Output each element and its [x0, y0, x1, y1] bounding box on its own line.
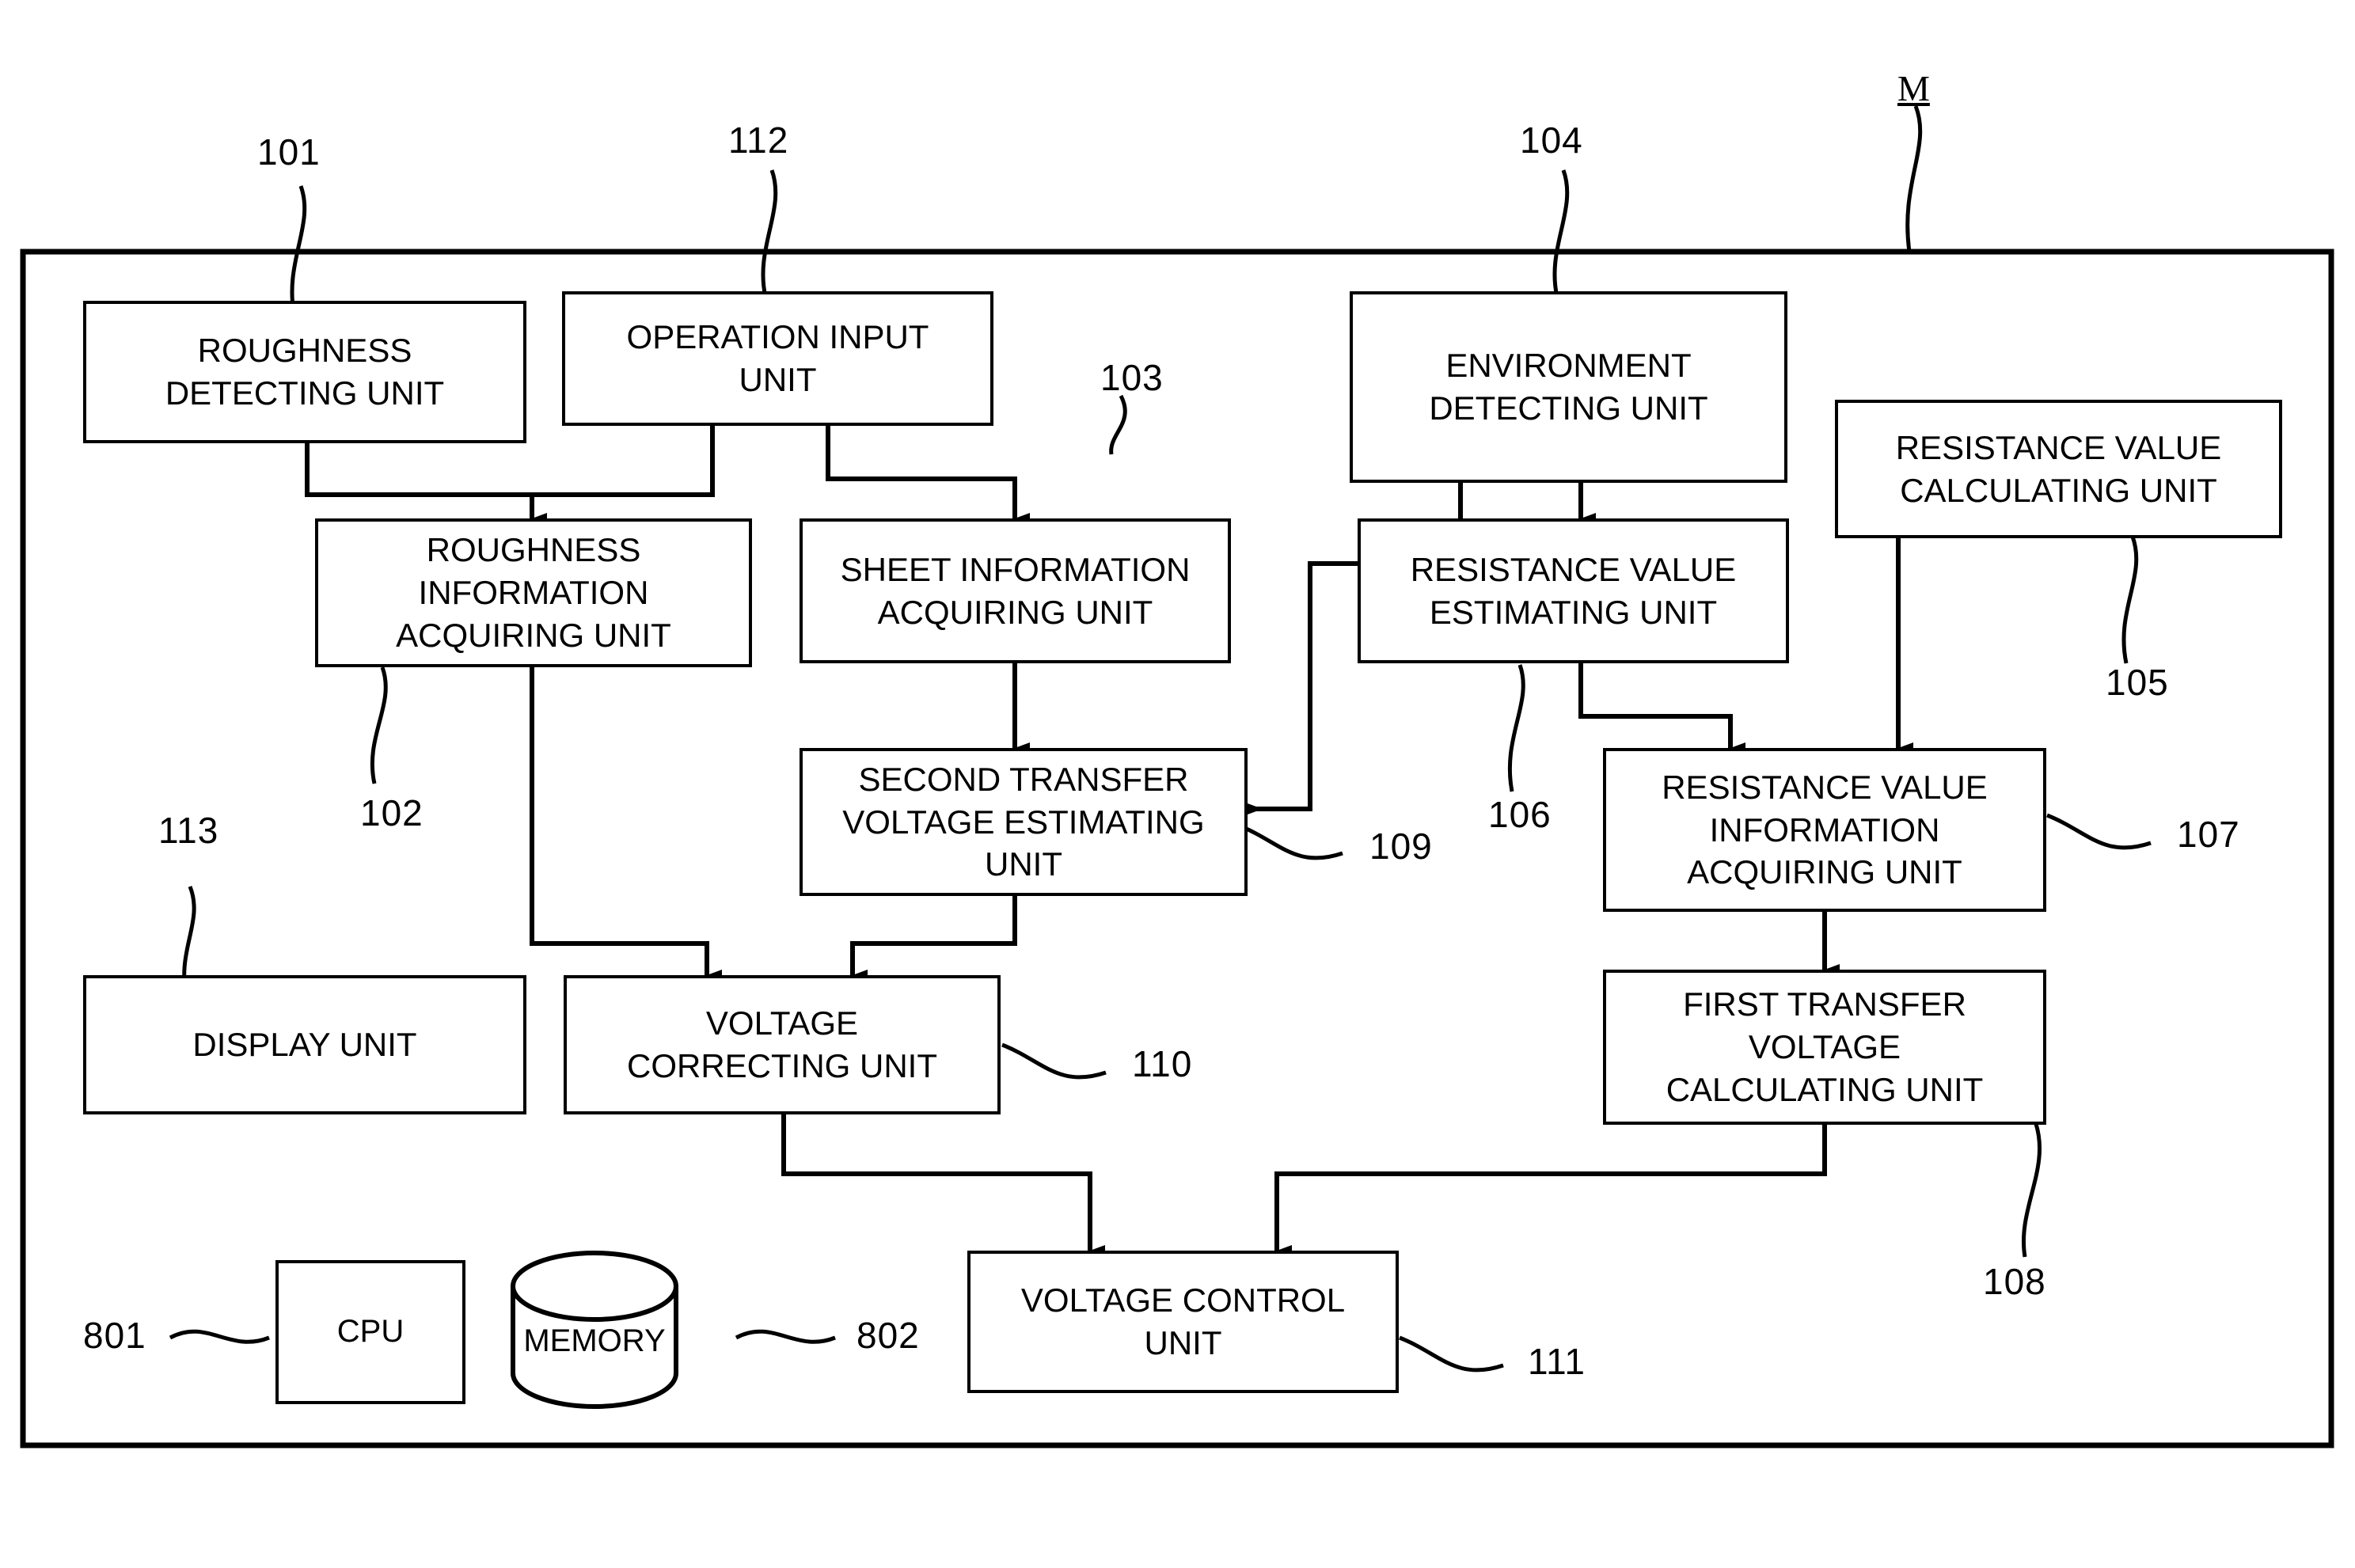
box-resistance-value-calculating-unit[interactable]: RESISTANCE VALUE CALCULATING UNIT	[1835, 400, 2282, 538]
arrow-resistance-estimate-to-info-acquire	[1578, 663, 1745, 754]
box-roughness-detecting-unit[interactable]: ROUGHNESS DETECTING UNIT	[83, 301, 526, 443]
lead-line-102	[370, 666, 388, 784]
box-first-transfer-voltage-calculating-unit[interactable]: FIRST TRANSFER VOLTAGE CALCULATING UNIT	[1603, 970, 2046, 1125]
box-environment-detecting-unit-label: ENVIRONMENT DETECTING UNIT	[1429, 347, 1708, 427]
box-roughness-detecting-unit-label: ROUGHNESS DETECTING UNIT	[165, 332, 445, 412]
box-sheet-information-acquiring-unit[interactable]: SHEET INFORMATION ACQUIRING UNIT	[800, 518, 1231, 663]
box-cpu[interactable]: CPU	[275, 1260, 465, 1404]
arrow-second-transfer-to-voltage-correcting	[850, 896, 1017, 981]
ref-102: 102	[360, 792, 424, 833]
box-second-transfer-voltage-estimating-unit[interactable]: SECOND TRANSFER VOLTAGE ESTIMATING UNIT	[800, 748, 1248, 896]
ref-801: 801	[83, 1315, 146, 1356]
lead-line-110	[1001, 1042, 1107, 1080]
lead-line-107	[2046, 813, 2152, 850]
box-display-unit[interactable]: DISPLAY UNIT	[83, 975, 526, 1114]
lead-line-103	[1109, 394, 1127, 455]
box-resistance-value-estimating-unit-label: RESISTANCE VALUE ESTIMATING UNIT	[1410, 550, 1737, 631]
arrow-operation-input-to-roughness-acquire	[532, 426, 715, 497]
arrow-operation-input-to-sheet-acquire	[826, 426, 1030, 524]
box-roughness-information-acquiring-unit-label: ROUGHNESS INFORMATION ACQUIRING UNIT	[396, 531, 671, 654]
ref-109: 109	[1369, 826, 1433, 867]
box-environment-detecting-unit[interactable]: ENVIRONMENT DETECTING UNIT	[1350, 291, 1787, 483]
box-second-transfer-voltage-estimating-unit-label: SECOND TRANSFER VOLTAGE ESTIMATING UNIT	[842, 760, 1205, 883]
arrow-roughness-acquire-to-voltage-correcting	[530, 667, 722, 981]
ref-104: 104	[1520, 120, 1583, 161]
system-label-M: M	[1897, 68, 1930, 108]
lead-line-108	[2022, 1123, 2042, 1258]
box-cpu-label: CPU	[336, 1314, 405, 1350]
ref-108: 108	[1983, 1261, 2046, 1302]
lead-line-801	[169, 1329, 270, 1344]
ref-112: 112	[728, 120, 789, 161]
lead-line-111	[1399, 1335, 1504, 1372]
ref-105: 105	[2106, 662, 2169, 703]
box-memory-label: MEMORY	[523, 1323, 666, 1358]
box-resistance-value-estimating-unit[interactable]: RESISTANCE VALUE ESTIMATING UNIT	[1358, 518, 1789, 663]
arrow-voltage-correcting-to-voltage-control	[781, 1114, 1105, 1256]
box-display-unit-label: DISPLAY UNIT	[192, 1026, 417, 1064]
box-operation-input-unit[interactable]: OPERATION INPUT UNIT	[562, 291, 993, 426]
arrow-first-transfer-to-voltage-control	[1274, 1124, 1827, 1256]
box-resistance-value-information-acquiring-unit[interactable]: RESISTANCE VALUE INFORMATION ACQUIRING UNI…	[1603, 748, 2046, 912]
box-first-transfer-voltage-calculating-unit-label: FIRST TRANSFER VOLTAGE CALCULATING UNIT	[1666, 985, 1984, 1108]
ref-106: 106	[1488, 794, 1552, 835]
lead-line-104	[1552, 169, 1570, 298]
ref-110: 110	[1132, 1043, 1193, 1084]
box-voltage-control-unit-label: VOLTAGE CONTROL UNIT	[1020, 1281, 1346, 1361]
lead-line-106	[1507, 664, 1525, 792]
box-roughness-information-acquiring-unit[interactable]: ROUGHNESS INFORMATION ACQUIRING UNIT	[315, 518, 752, 667]
box-voltage-correcting-unit-label: VOLTAGE CORRECTING UNIT	[627, 1004, 937, 1084]
ref-103: 103	[1100, 357, 1164, 398]
ref-111: 111	[1528, 1341, 1586, 1382]
box-resistance-value-calculating-unit-label: RESISTANCE VALUE CALCULATING UNIT	[1895, 428, 2222, 509]
ref-107: 107	[2177, 814, 2240, 855]
arrow-roughness-detect-to-acquire	[305, 443, 547, 524]
box-sheet-information-acquiring-unit-label: SHEET INFORMATION ACQUIRING UNIT	[840, 550, 1191, 631]
lead-line-802	[735, 1329, 836, 1344]
ref-101: 101	[257, 131, 321, 173]
figure-canvas: ROUGHNESS DETECTING UNIT OPERATION INPUT U…	[0, 0, 2355, 1568]
box-resistance-value-information-acquiring-unit-label: RESISTANCE VALUE INFORMATION ACQUIRING UNI…	[1662, 768, 1988, 891]
box-operation-input-unit-label: OPERATION INPUT UNIT	[626, 318, 929, 398]
ref-113: 113	[158, 810, 219, 851]
box-voltage-correcting-unit[interactable]: VOLTAGE CORRECTING UNIT	[564, 975, 1001, 1114]
lead-line-105	[2121, 536, 2139, 664]
lead-line-M	[1905, 105, 1923, 252]
ref-802: 802	[857, 1315, 920, 1356]
lead-line-109	[1238, 823, 1343, 860]
box-voltage-control-unit[interactable]: VOLTAGE CONTROL UNIT	[967, 1251, 1399, 1393]
lead-line-112	[761, 169, 778, 298]
